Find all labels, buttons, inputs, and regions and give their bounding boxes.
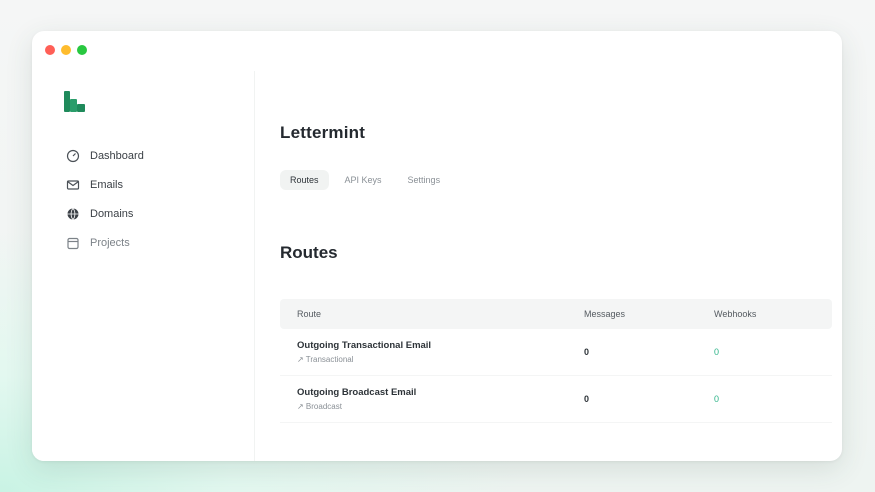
mail-icon [66, 178, 80, 192]
sidebar-nav: Dashboard Emails Domains Projects [58, 143, 218, 259]
route-cell: Outgoing Broadcast Email ↗ Broadcast [280, 387, 568, 411]
main-content: Lettermint Routes API Keys Settings Rout… [280, 71, 842, 461]
messages-count: 0 [584, 394, 590, 404]
sidebar-item-label: Domains [90, 208, 134, 220]
section-title: Routes [280, 243, 338, 262]
tab-bar: Routes API Keys Settings [280, 170, 450, 190]
dashboard-icon [66, 149, 80, 163]
routes-table: Route Messages Webhooks Outgoing Transac… [280, 299, 832, 423]
sidebar-item-label: Emails [90, 179, 124, 191]
close-window-button[interactable] [45, 45, 55, 55]
tab-settings[interactable]: Settings [398, 170, 451, 190]
webhooks-count[interactable]: 0 [698, 394, 832, 404]
app-window: Dashboard Emails Domains Projects Letter… [32, 31, 842, 461]
table-header: Route Messages Webhooks [280, 299, 832, 329]
tab-api-keys[interactable]: API Keys [335, 170, 392, 190]
messages-count: 0 [584, 347, 590, 357]
route-type: ↗ Transactional [297, 355, 354, 364]
sidebar-item-emails[interactable]: Emails [58, 172, 218, 198]
route-name[interactable]: Outgoing Transactional Email [297, 340, 568, 351]
column-header-webhooks: Webhooks [714, 309, 757, 319]
logo-icon[interactable] [63, 91, 87, 113]
folder-icon [66, 236, 80, 250]
sidebar-item-projects[interactable]: Projects [58, 230, 218, 256]
webhooks-count[interactable]: 0 [698, 347, 832, 357]
table-row[interactable]: Outgoing Broadcast Email ↗ Broadcast 0 0 [280, 376, 832, 423]
sidebar-item-label: Projects [90, 237, 130, 249]
globe-icon [66, 207, 80, 221]
maximize-window-button[interactable] [77, 45, 87, 55]
page-title: Lettermint [280, 123, 366, 142]
sidebar-item-domains[interactable]: Domains [58, 201, 218, 227]
table-row[interactable]: Outgoing Transactional Email ↗ Transacti… [280, 329, 832, 376]
route-name[interactable]: Outgoing Broadcast Email [297, 387, 568, 398]
route-type: ↗ Broadcast [297, 402, 342, 411]
sidebar: Dashboard Emails Domains Projects [32, 71, 255, 461]
column-header-messages: Messages [584, 309, 626, 319]
route-cell: Outgoing Transactional Email ↗ Transacti… [280, 340, 568, 364]
sidebar-item-label: Dashboard [90, 150, 144, 162]
tab-routes[interactable]: Routes [280, 170, 329, 190]
column-header-route: Route [297, 309, 322, 319]
minimize-window-button[interactable] [61, 45, 71, 55]
sidebar-item-dashboard[interactable]: Dashboard [58, 143, 218, 169]
window-controls [45, 45, 87, 55]
